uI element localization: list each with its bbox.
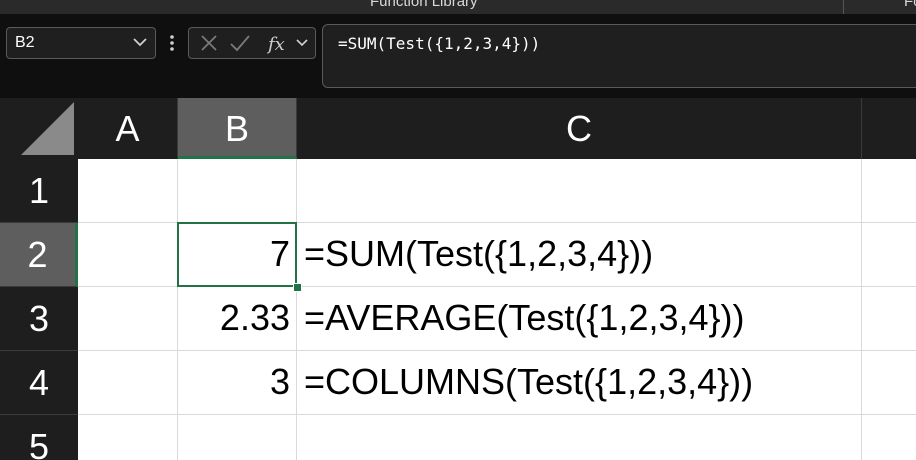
row-header-5[interactable]: 5 <box>0 415 78 460</box>
grid-line <box>78 350 916 351</box>
cell-b3[interactable]: 2.33 <box>178 297 294 339</box>
row-header-3[interactable]: 3 <box>0 287 78 351</box>
more-options-icon[interactable] <box>168 33 176 53</box>
formula-text: =SUM(Test({1,2,3,4})) <box>338 34 541 53</box>
column-header-c[interactable]: C <box>297 98 862 159</box>
ribbon-strip: Function Library Fo <box>0 0 916 14</box>
grid-line <box>78 414 916 415</box>
cell-c3[interactable]: =AVERAGE(Test({1,2,3,4})) <box>304 297 745 339</box>
ribbon-group-label-2: Fo <box>904 0 916 10</box>
cancel-icon[interactable] <box>199 33 219 53</box>
worksheet-grid: A B C 1 2 3 4 5 7 =SUM(Test({1,2,3,4})) … <box>0 98 916 460</box>
ribbon-group-label: Function Library <box>370 0 478 10</box>
ribbon-divider <box>843 0 844 14</box>
fill-handle[interactable] <box>293 283 302 292</box>
select-all-triangle-icon <box>21 102 74 155</box>
formula-input[interactable]: =SUM(Test({1,2,3,4})) <box>322 24 916 88</box>
column-header-d[interactable] <box>862 98 916 159</box>
cell-c2[interactable]: =SUM(Test({1,2,3,4})) <box>304 233 653 275</box>
select-all-corner[interactable] <box>0 98 78 159</box>
insert-function-icon[interactable]: fx <box>267 33 291 55</box>
row-header-1[interactable]: 1 <box>0 159 78 223</box>
svg-text:fx: fx <box>267 34 285 55</box>
row-header-4[interactable]: 4 <box>0 351 78 415</box>
cell-c4[interactable]: =COLUMNS(Test({1,2,3,4})) <box>304 361 753 403</box>
active-cell-border <box>177 222 297 287</box>
cell-area[interactable]: 7 =SUM(Test({1,2,3,4})) 2.33 =AVERAGE(Te… <box>78 159 916 460</box>
cell-b4[interactable]: 3 <box>178 361 294 403</box>
formula-actions: fx <box>188 27 316 59</box>
row-header-2[interactable]: 2 <box>0 223 78 287</box>
enter-icon[interactable] <box>229 33 251 53</box>
chevron-down-icon[interactable] <box>295 36 309 50</box>
name-box[interactable]: B2 <box>6 27 156 59</box>
name-box-value: B2 <box>15 34 35 51</box>
column-header-b[interactable]: B <box>178 98 297 159</box>
chevron-down-icon[interactable] <box>131 32 149 52</box>
column-header-a[interactable]: A <box>78 98 178 159</box>
